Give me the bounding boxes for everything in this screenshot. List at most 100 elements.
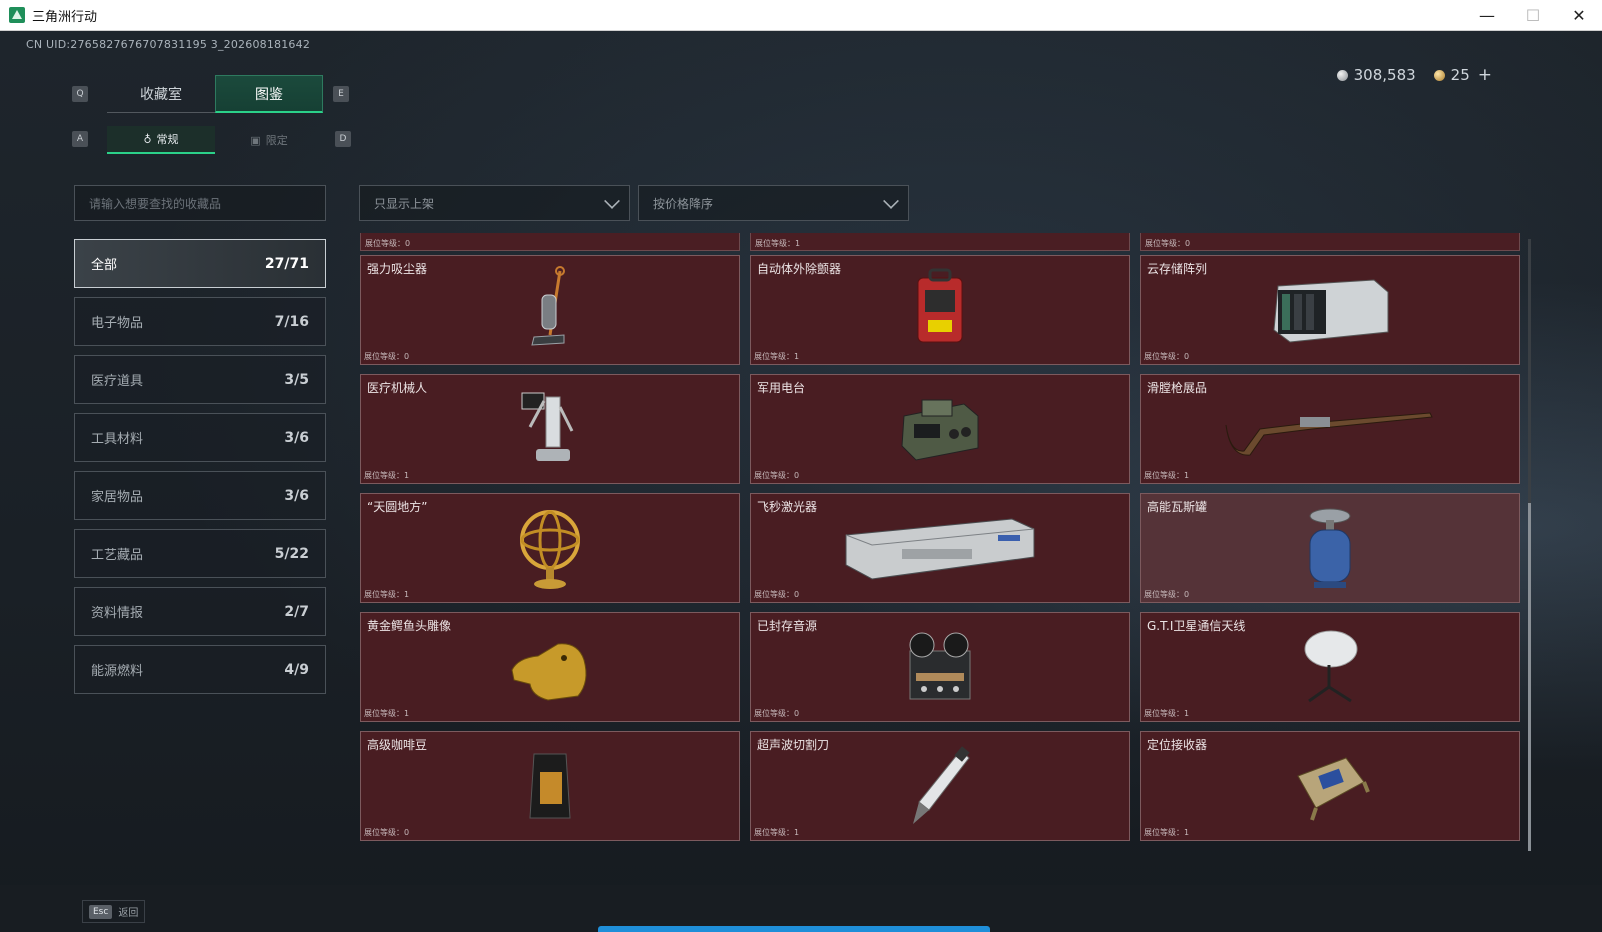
regular-icon: ♁: [143, 132, 152, 146]
gold-amount: 25: [1450, 66, 1470, 84]
category-label: 工艺藏品: [91, 548, 144, 563]
armillary-icon: [485, 503, 615, 593]
satellite-dish-icon: [1265, 622, 1395, 712]
tab-regular[interactable]: ♁ 常规: [107, 126, 215, 154]
item-card[interactable]: 强力吸尘器 展位等级：0: [360, 255, 740, 365]
search-input[interactable]: 请输入想要查找的收藏品: [74, 185, 326, 221]
item-name: 云存储阵列: [1147, 262, 1208, 276]
category-label: 家居物品: [91, 490, 144, 505]
display-level: 展位等级：0: [1144, 590, 1190, 599]
item-card-partial[interactable]: 展位等级：1: [750, 233, 1130, 251]
tab-catalog[interactable]: 图鉴: [215, 75, 323, 113]
grid-scrollbar[interactable]: [1528, 239, 1531, 851]
item-card[interactable]: 已封存音源 展位等级：0: [750, 612, 1130, 722]
item-name: 定位接收器: [1147, 738, 1208, 752]
item-name: 高级咖啡豆: [367, 738, 428, 752]
category-fuel[interactable]: 能源燃料 4/9: [74, 645, 326, 694]
item-card[interactable]: 高能瓦斯罐 展位等级：0: [1140, 493, 1520, 603]
category-medical[interactable]: 医疗道具 3/5: [74, 355, 326, 404]
item-card[interactable]: 医疗机械人 展位等级：1: [360, 374, 740, 484]
category-count: 7/16: [274, 313, 309, 330]
item-name: 滑膛枪展品: [1147, 381, 1208, 395]
maximize-button[interactable]: ☐: [1510, 0, 1556, 31]
item-name: 飞秒激光器: [757, 500, 818, 514]
category-count: 3/6: [284, 487, 309, 504]
item-name: 医疗机械人: [367, 381, 428, 395]
tab-limited-label: 限定: [265, 134, 288, 147]
minimize-button[interactable]: —: [1464, 0, 1510, 31]
limited-icon: ▣: [250, 133, 261, 147]
category-count: 27/71: [264, 255, 309, 272]
display-level: 展位等级：0: [754, 590, 800, 599]
display-level: 展位等级：0: [754, 471, 800, 480]
item-card[interactable]: 飞秒激光器 展位等级：0: [750, 493, 1130, 603]
display-level: 展位等级：1: [364, 709, 410, 718]
key-hint-q: Q: [72, 86, 88, 102]
category-household[interactable]: 家居物品 3/6: [74, 471, 326, 520]
category-electronics[interactable]: 电子物品 7/16: [74, 297, 326, 346]
currency-bar: 308,583 25 +: [1336, 65, 1492, 85]
app-logo-icon: [9, 7, 25, 23]
category-tools[interactable]: 工具材料 3/6: [74, 413, 326, 462]
item-card[interactable]: 黄金鳄鱼头雕像 展位等级：1: [360, 612, 740, 722]
bottom-bar: Esc 返回: [0, 885, 1602, 932]
scrollbar-thumb[interactable]: [1528, 503, 1531, 851]
ultrasonic-cutter-icon: [875, 741, 1005, 831]
item-card[interactable]: 高级咖啡豆 展位等级：0: [360, 731, 740, 841]
sort-label: 按价格降序: [653, 196, 714, 211]
item-name: 军用电台: [757, 381, 806, 395]
tab-limited[interactable]: ▣ 限定: [215, 126, 323, 154]
gold-currency: 25 +: [1433, 65, 1492, 85]
item-card[interactable]: 军用电台 展位等级：0: [750, 374, 1130, 484]
display-level: 展位等级：0: [364, 828, 410, 837]
category-label: 工具材料: [91, 432, 144, 447]
silver-amount: 308,583: [1353, 66, 1416, 84]
display-level: 展位等级：0: [364, 352, 410, 361]
category-count: 2/7: [284, 603, 309, 620]
item-card[interactable]: 自动体外除颤器 展位等级：1: [750, 255, 1130, 365]
silver-coin-icon: [1336, 69, 1348, 81]
chevron-down-icon: [604, 193, 620, 209]
display-level: 展位等级：1: [1144, 828, 1190, 837]
category-all[interactable]: 全部 27/71: [74, 239, 326, 288]
item-name: 自动体外除颤器: [757, 262, 842, 276]
window-titlebar: 三角洲行动 — ☐ ✕: [0, 0, 1602, 31]
sort-dropdown[interactable]: 按价格降序: [638, 185, 909, 221]
item-card[interactable]: 滑膛枪展品 展位等级：1: [1140, 374, 1520, 484]
display-level: 展位等级：1: [1144, 709, 1190, 718]
key-hint-e: E: [333, 86, 349, 102]
item-card[interactable]: 定位接收器 展位等级：1: [1140, 731, 1520, 841]
display-level: 展位等级：1: [754, 352, 800, 361]
category-label: 电子物品: [91, 316, 144, 331]
shelf-filter-label: 只显示上架: [374, 196, 435, 211]
item-card-partial[interactable]: 展位等级：0: [1140, 233, 1520, 251]
tab-regular-label: 常规: [156, 133, 179, 146]
shelf-filter-dropdown[interactable]: 只显示上架: [359, 185, 630, 221]
item-name: “天圆地方”: [367, 500, 428, 514]
display-level: 展位等级：1: [364, 590, 410, 599]
close-button[interactable]: ✕: [1556, 0, 1602, 31]
vacuum-icon: [485, 265, 615, 355]
silver-currency: 308,583: [1336, 66, 1416, 84]
category-intel[interactable]: 资料情报 2/7: [74, 587, 326, 636]
category-count: 5/22: [274, 545, 309, 562]
item-card[interactable]: 超声波切割刀 展位等级：1: [750, 731, 1130, 841]
game-screen: CN UID:2765827676707831195 3_20260818164…: [0, 31, 1602, 932]
tab-collection-room[interactable]: 收藏室: [107, 75, 215, 113]
partial-row: 展位等级：0 展位等级：1 展位等级：0: [360, 233, 1520, 251]
item-name: 已封存音源: [757, 619, 818, 633]
item-card[interactable]: 云存储阵列 展位等级：0: [1140, 255, 1520, 365]
item-card[interactable]: “天圆地方” 展位等级：1: [360, 493, 740, 603]
category-crafts[interactable]: 工艺藏品 5/22: [74, 529, 326, 578]
item-card-partial[interactable]: 展位等级：0: [360, 233, 740, 251]
back-button[interactable]: Esc 返回: [82, 900, 146, 923]
display-level: 展位等级：1: [1144, 471, 1190, 480]
crocodile-statue-icon: [485, 622, 615, 712]
add-currency-button[interactable]: +: [1478, 65, 1492, 85]
display-level: 展位等级：0: [1144, 352, 1190, 361]
item-card[interactable]: G.T.I卫星通信天线 展位等级：1: [1140, 612, 1520, 722]
key-hint-a: A: [72, 131, 88, 147]
item-name: G.T.I卫星通信天线: [1147, 619, 1246, 633]
musket-icon: [1215, 384, 1445, 474]
chevron-down-icon: [883, 193, 899, 209]
